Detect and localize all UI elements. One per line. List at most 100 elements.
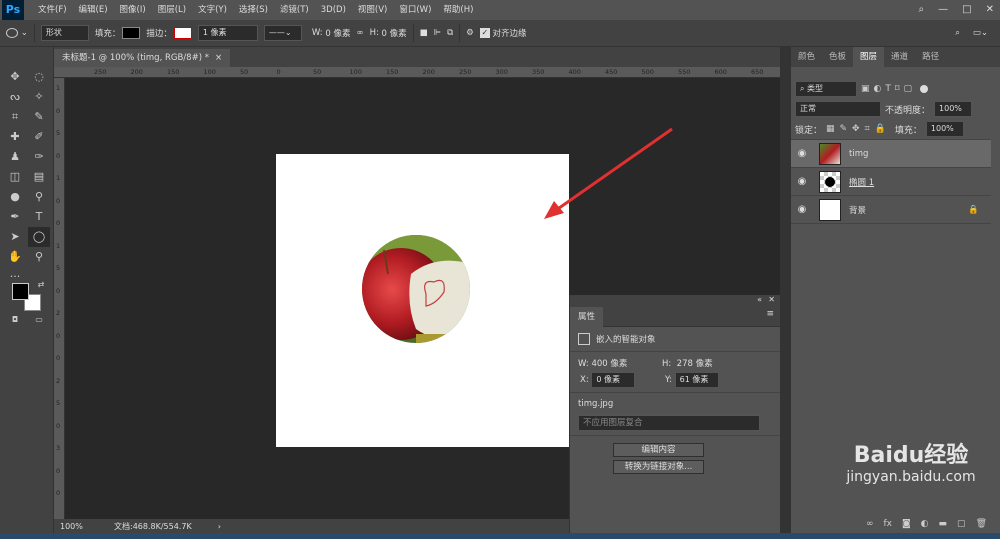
workspace-icon[interactable]: ▭⌄ (973, 28, 988, 38)
zoom-tool-icon[interactable]: ⚲ (28, 247, 50, 267)
edit-contents-button[interactable]: 编辑内容 (613, 443, 704, 457)
layer-background[interactable]: ◉ 背景 🔒 (791, 196, 991, 224)
stroke-swatch[interactable] (173, 27, 192, 39)
menu-item[interactable]: 编辑(E) (73, 0, 114, 20)
lock-icons[interactable]: ▦✎✥⌗🔒 (826, 124, 891, 134)
height-input[interactable]: 0 像素 (382, 27, 407, 39)
hand-tool-icon[interactable]: ✋ (4, 247, 26, 267)
menu-item[interactable]: 滤镜(T) (274, 0, 315, 20)
healing-brush-icon[interactable]: ✚ (4, 127, 26, 147)
tab-properties[interactable]: 属性 (570, 306, 604, 327)
search-icon[interactable]: ⌕ (955, 28, 960, 38)
screen-mode-icon[interactable]: ▭ (28, 310, 50, 330)
panel-dock-gutter (780, 47, 790, 533)
maximize-button[interactable]: □ (962, 0, 971, 20)
blend-mode-select[interactable]: 正常 (795, 101, 881, 117)
ruler-tick-label: 0 (56, 106, 61, 115)
menu-item[interactable]: 3D(D) (315, 0, 352, 20)
menu-item[interactable]: 文字(Y) (192, 0, 233, 20)
pen-tool-icon[interactable]: ✒ (4, 207, 26, 227)
panel-tab[interactable]: 路径 (915, 47, 946, 67)
menu-item[interactable]: 图层(L) (152, 0, 192, 20)
panel-menu-icon[interactable]: ≡ (766, 309, 774, 319)
stamp-tool-icon[interactable]: ♟ (4, 147, 26, 167)
panel-close-icon[interactable]: ✕ (768, 295, 775, 304)
gradient-tool-icon[interactable]: ▤ (28, 167, 50, 187)
search-icon[interactable]: ⌕ (919, 0, 925, 20)
filter-toggle-icon[interactable] (919, 85, 928, 93)
stroke-width-input[interactable]: 1 像素 (197, 25, 258, 41)
eye-icon[interactable]: ◉ (791, 176, 813, 187)
group-icon[interactable]: ▬ (939, 519, 948, 533)
history-brush-icon[interactable]: ✑ (28, 147, 50, 167)
fill-input[interactable]: 100% (925, 121, 964, 137)
status-menu-arrow[interactable]: › (218, 522, 221, 531)
y-input[interactable]: 61 像素 (674, 372, 719, 388)
layer-timg[interactable]: ◉ timg (791, 140, 991, 168)
type-tool-icon[interactable]: T (28, 207, 50, 227)
foreground-color[interactable] (12, 283, 29, 300)
path-arrange-icon[interactable]: ⧉ (447, 28, 453, 38)
path-align-icon[interactable]: ⊫ (434, 28, 441, 38)
quick-mask-icon[interactable]: ◘ (4, 310, 26, 330)
marquee-tool-icon[interactable]: ◌ (28, 67, 50, 87)
opacity-input[interactable]: 100% (934, 101, 973, 117)
close-tab-icon[interactable]: × (215, 49, 222, 67)
panel-tab[interactable]: 通道 (884, 47, 915, 67)
panel-tab[interactable]: 颜色 (791, 47, 822, 67)
eraser-tool-icon[interactable]: ◫ (4, 167, 26, 187)
trash-icon[interactable]: 🗑 (976, 519, 987, 533)
document-canvas[interactable] (276, 154, 569, 447)
magic-wand-icon[interactable]: ✧ (28, 87, 50, 107)
document-tab[interactable]: 未标题-1 @ 100% (timg, RGB/8#) * × (54, 49, 231, 67)
move-tool-icon[interactable]: ✥ (4, 67, 26, 87)
menu-item[interactable]: 窗口(W) (393, 0, 437, 20)
ruler-tick-label: 2 (56, 309, 61, 317)
layer-filter-select[interactable]: ⌕ 类型 (795, 81, 857, 97)
convert-to-linked-button[interactable]: 转换为链接对象... (613, 460, 704, 474)
minimize-button[interactable]: — (938, 0, 948, 20)
close-button[interactable]: ✕ (986, 0, 994, 20)
gear-icon[interactable]: ⚙ (466, 28, 474, 38)
add-mask-icon[interactable]: ◙ (902, 519, 911, 533)
ellipse-tool-preset[interactable]: ⌄ (6, 28, 28, 38)
link-icon[interactable]: ∞ (356, 28, 363, 38)
lasso-tool-icon[interactable]: ᔓ (4, 87, 26, 107)
layer-ellipse[interactable]: ◉ 椭圆 1 (791, 168, 991, 196)
menu-item[interactable]: 图像(I) (114, 0, 152, 20)
link-layers-icon[interactable]: ∞ (866, 519, 874, 533)
mode-select[interactable]: 形状 (40, 25, 89, 41)
align-edges-checkbox[interactable]: ✓ (479, 28, 490, 38)
fill-swatch[interactable] (122, 27, 141, 39)
layer-filter-icons[interactable]: ▣◐T⌑▢ (861, 84, 916, 94)
menu-item[interactable]: 文件(F) (32, 0, 73, 20)
ruler-tick-label: 250 (94, 68, 107, 76)
adjustment-icon[interactable]: ◐ (921, 519, 929, 533)
eye-icon[interactable]: ◉ (791, 204, 813, 215)
path-select-icon[interactable]: ➤ (4, 227, 26, 247)
eye-icon[interactable]: ◉ (791, 148, 813, 159)
document-tab-bar: 未标题-1 @ 100% (timg, RGB/8#) * × (54, 47, 780, 67)
menu-item[interactable]: 选择(S) (233, 0, 274, 20)
layer-comp-select[interactable]: 不应用图层复合 (578, 415, 760, 431)
panel-collapse-icon[interactable]: « (757, 295, 762, 304)
new-layer-icon[interactable]: ▢ (957, 519, 966, 533)
ellipse-tool-icon[interactable]: ◯ (28, 227, 50, 247)
path-ops-icon[interactable]: ■ (420, 28, 428, 38)
blur-tool-icon[interactable]: ● (4, 187, 26, 207)
ellipse-icon (6, 28, 18, 38)
dodge-tool-icon[interactable]: ⚲ (28, 187, 50, 207)
panel-tab[interactable]: 图层 (853, 47, 885, 67)
eyedropper-icon[interactable]: ✎ (28, 107, 50, 127)
panel-tab[interactable]: 色板 (822, 47, 853, 67)
zoom-level[interactable]: 100% (54, 522, 104, 531)
fx-icon[interactable]: fx (883, 519, 892, 533)
width-input[interactable]: 0 像素 (325, 27, 350, 39)
menu-item[interactable]: 视图(V) (352, 0, 393, 20)
brush-tool-icon[interactable]: ✐ (28, 127, 50, 147)
x-input[interactable]: 0 像素 (591, 372, 636, 388)
stroke-type-select[interactable]: ——⌄ (263, 25, 302, 41)
swap-colors-icon[interactable]: ⇄ (30, 275, 52, 295)
menu-item[interactable]: 帮助(H) (437, 0, 479, 20)
crop-tool-icon[interactable]: ⌗ (4, 107, 26, 127)
